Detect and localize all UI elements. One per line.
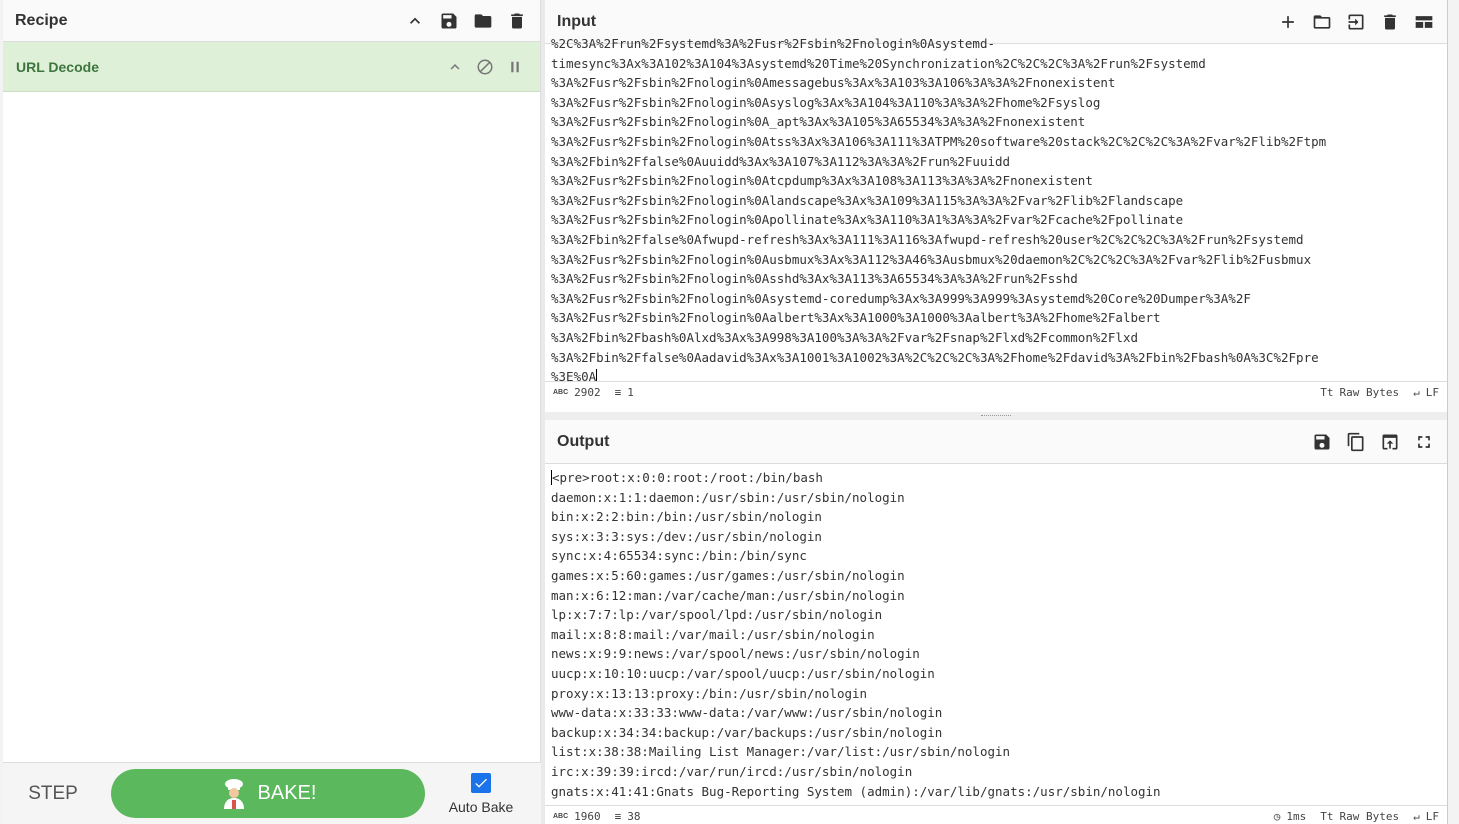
save-icon[interactable] (1311, 431, 1333, 453)
input-line: %3A%2Fbin%2Ffalse%0Afwupd-refresh%3Ax%3A… (551, 231, 1304, 247)
output-eol[interactable]: ↵ LF (1413, 810, 1439, 823)
clock-icon: ◷ (1273, 809, 1281, 823)
operation-url-decode[interactable]: URL Decode (3, 42, 540, 92)
input-line: timesync%3Ax%3A102%3A104%3Asystemd%20Tim… (551, 55, 1206, 71)
import-icon[interactable] (1345, 11, 1367, 33)
output-line: backup:x:34:34:backup:/var/backups:/usr/… (551, 724, 943, 740)
input-panel: Input %2C%3A%2Frun%2Fsystemd%3A%2Fusr%2F… (545, 0, 1447, 412)
bake-button[interactable]: BAKE! (111, 769, 425, 818)
step-button[interactable]: STEP (3, 783, 103, 805)
text-format-icon: Tt (1320, 809, 1334, 823)
replace-input-icon[interactable] (1379, 431, 1401, 453)
plus-icon[interactable] (1277, 11, 1299, 33)
folder-icon[interactable] (1311, 11, 1333, 33)
trash-icon[interactable] (1379, 11, 1401, 33)
output-line-count: ≡ 38 (614, 809, 641, 823)
layout-icon[interactable] (1413, 11, 1435, 33)
input-line: %3A%2Fbin%2Ffalse%0Auuidd%3Ax%3A107%3A11… (551, 153, 1011, 169)
output-line: daemon:x:1:1:daemon:/usr/sbin:/usr/sbin/… (551, 489, 905, 505)
auto-bake-checkbox[interactable] (471, 772, 491, 793)
output-status-bar: ABC 1960 ≡ 38 ◷ 1ms Tt Raw Bytes ↵ LF (545, 805, 1447, 824)
return-icon: ↵ (1413, 809, 1420, 823)
recipe-header: Recipe (3, 0, 540, 42)
io-divider[interactable] (545, 412, 1447, 420)
input-line-count: ≡ 1 (614, 385, 634, 399)
input-line: %3A%2Fusr%2Fsbin%2Fnologin%0Amessagebus%… (551, 75, 1116, 91)
input-textarea[interactable]: %2C%3A%2Frun%2Fsystemd%3A%2Fusr%2Fsbin%2… (545, 34, 1447, 381)
input-status-bar: ABC 2902 ≡ 1 Tt Raw Bytes ↵ LF (545, 381, 1447, 402)
abc-icon: ABC (553, 388, 569, 396)
bake-label: BAKE! (257, 782, 317, 804)
input-line: %3E%0A (551, 367, 1441, 381)
scrollbar[interactable] (1447, 0, 1459, 824)
output-encoding[interactable]: Tt Raw Bytes (1320, 810, 1399, 823)
input-length: ABC 2902 (553, 385, 601, 399)
input-line: %3A%2Fusr%2Fsbin%2Fnologin%0Asyslog%3Ax%… (551, 94, 1101, 110)
copy-icon[interactable] (1345, 431, 1367, 453)
input-title: Input (557, 12, 597, 30)
recipe-panel: Recipe URL Decode STEP BAKE! Auto Bake (3, 0, 541, 824)
maximize-icon[interactable] (1413, 431, 1435, 453)
pause-icon[interactable] (504, 56, 526, 78)
output-line: sys:x:3:3:sys:/dev:/usr/sbin/nologin (551, 528, 822, 544)
input-line: %3A%2Fusr%2Fsbin%2Fnologin%0Asshd%3Ax%3A… (551, 271, 1078, 287)
output-line: lp:x:7:7:lp:/var/spool/lpd:/usr/sbin/nol… (551, 607, 883, 623)
return-icon: ↵ (1413, 385, 1420, 399)
input-line: %3A%2Fusr%2Fsbin%2Fnologin%0Aalbert%3Ax%… (551, 310, 1161, 326)
folder-icon[interactable] (472, 10, 494, 32)
output-line: news:x:9:9:news:/var/spool/news:/usr/sbi… (551, 646, 920, 662)
output-line: sync:x:4:65534:sync:/bin:/bin/sync (551, 548, 807, 564)
auto-bake[interactable]: Auto Bake (425, 772, 537, 815)
output-line: proxy:x:13:13:proxy:/bin:/usr/sbin/nolog… (551, 685, 868, 701)
output-line: gnats:x:41:41:Gnats Bug-Reporting System… (551, 783, 1161, 799)
output-line: list:x:38:38:Mailing List Manager:/var/l… (551, 744, 1011, 760)
output-line: man:x:6:12:man:/var/cache/man:/usr/sbin/… (551, 587, 905, 603)
input-line: %3A%2Fusr%2Fsbin%2Fnologin%0Asystemd-cor… (551, 290, 1251, 306)
recipe-title: Recipe (15, 11, 68, 29)
bake-controls: STEP BAKE! Auto Bake (3, 762, 541, 824)
input-line: %3A%2Fusr%2Fsbin%2Fnologin%0Atss%3Ax%3A1… (551, 133, 1327, 149)
output-length: ABC 1960 (553, 809, 601, 823)
lines-icon: ≡ (614, 809, 622, 823)
chevron-up-icon[interactable] (404, 10, 426, 32)
input-line: %3A%2Fbin%2Fbash%0Alxd%3Ax%3A998%3A100%3… (551, 329, 1138, 345)
output-line: uucp:x:10:10:uucp:/var/spool/uucp:/usr/s… (551, 665, 935, 681)
input-line: %3A%2Fusr%2Fsbin%2Fnologin%0Ausbmux%3Ax%… (551, 251, 1312, 267)
chef-icon (223, 778, 244, 809)
text-cursor (551, 470, 552, 485)
output-bake-time: ◷ 1ms (1273, 809, 1307, 823)
trash-icon[interactable] (506, 10, 528, 32)
output-textarea[interactable]: <pre>root:x:0:0:root:/root:/bin/bash daem… (545, 464, 1447, 805)
text-format-icon: Tt (1320, 385, 1334, 399)
input-line: %3A%2Fbin%2Ffalse%0Aadavid%3Ax%3A1001%3A… (551, 349, 1319, 365)
input-line: %3A%2Fusr%2Fsbin%2Fnologin%0A_apt%3Ax%3A… (551, 114, 1086, 130)
input-line: %3A%2Fusr%2Fsbin%2Fnologin%0Apollinate%3… (551, 212, 1184, 228)
abc-icon: ABC (553, 812, 569, 820)
output-line: mail:x:8:8:mail:/var/mail:/usr/sbin/nolo… (551, 626, 875, 642)
output-header: Output (545, 420, 1447, 464)
output-title: Output (557, 432, 610, 450)
output-panel: Output <pre>root:x:0:0:root:/root:/bin/b… (545, 420, 1447, 824)
output-line: games:x:5:60:games:/usr/games:/usr/sbin/… (551, 567, 905, 583)
disable-icon[interactable] (474, 56, 496, 78)
text-cursor (596, 369, 598, 381)
input-encoding[interactable]: Tt Raw Bytes (1320, 386, 1399, 399)
output-line: bin:x:2:2:bin:/bin:/usr/sbin/nologin (551, 509, 822, 525)
chevron-up-icon[interactable] (444, 56, 466, 78)
save-icon[interactable] (438, 10, 460, 32)
output-line: www-data:x:33:33:www-data:/var/www:/usr/… (551, 705, 943, 721)
operation-name: URL Decode (16, 58, 99, 75)
lines-icon: ≡ (614, 385, 622, 399)
input-line: %3A%2Fusr%2Fsbin%2Fnologin%0Alandscape%3… (551, 192, 1184, 208)
input-line: %3A%2Fusr%2Fsbin%2Fnologin%0Atcpdump%3Ax… (551, 173, 1093, 189)
output-line: irc:x:39:39:ircd:/var/run/ircd:/usr/sbin… (551, 763, 913, 779)
input-line: %2C%3A%2Frun%2Fsystemd%3A%2Fusr%2Fsbin%2… (551, 36, 996, 51)
auto-bake-label: Auto Bake (448, 798, 514, 815)
output-line: <pre>root:x:0:0:root:/root:/bin/bash (551, 470, 823, 485)
output-line: nobody:x:65534:65534:nobody:/nonexistent… (551, 801, 1441, 805)
input-eol[interactable]: ↵ LF (1413, 386, 1439, 399)
